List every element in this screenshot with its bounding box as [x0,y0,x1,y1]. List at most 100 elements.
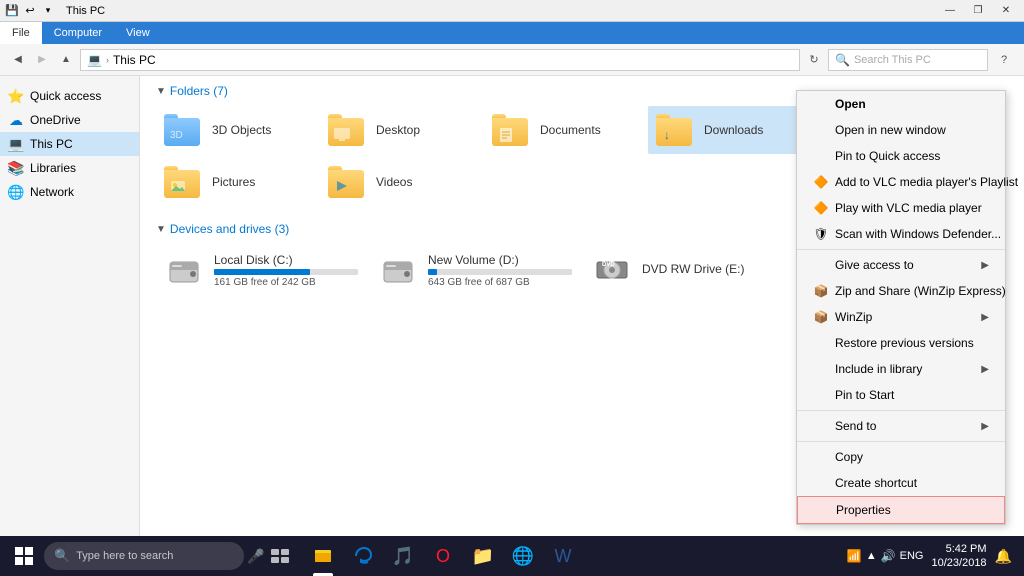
ctx-winzip[interactable]: 📦 WinZip ▶ [797,304,1005,330]
ctx-pin-quick-access[interactable]: Pin to Quick access [797,143,1005,169]
sidebar-item-quick-access[interactable]: ⭐ Quick access [0,84,139,108]
folder-name-3d-objects: 3D Objects [212,123,271,137]
help-button[interactable]: ? [992,49,1016,71]
language-label[interactable]: ENG [900,550,924,562]
ctx-give-access-label: Give access to [835,258,914,272]
speaker-icon[interactable]: 🔊 [881,549,896,563]
onedrive-icon: ☁ [8,112,24,128]
pin-icon [813,148,829,164]
folder-item-pictures[interactable]: Pictures [156,158,316,206]
close-button[interactable]: ✕ [992,0,1020,22]
taskbar-app-word[interactable]: W [544,536,582,576]
taskbar-app-chrome[interactable]: 🌐 [504,536,542,576]
title-bar-controls: — ❐ ✕ [936,0,1020,22]
ctx-copy[interactable]: Copy [797,444,1005,470]
ctx-vlc-play[interactable]: 🔶 Play with VLC media player [797,195,1005,221]
task-view-button[interactable] [264,536,296,576]
ctx-create-shortcut-label: Create shortcut [835,476,917,490]
ribbon-tabs: File Computer View [0,22,1024,44]
mic-icon[interactable]: 🎤 [248,548,264,564]
svg-text:DVD: DVD [602,262,615,268]
folder-item-downloads[interactable]: ↓ Downloads [648,106,808,154]
device-c-info: Local Disk (C:) 161 GB free of 242 GB [214,253,358,288]
ctx-defender[interactable]: 🛡 Scan with Windows Defender... [797,221,1005,247]
start-button[interactable] [4,536,44,576]
send-to-arrow: ▶ [981,421,989,432]
ctx-vlc-playlist-label: Add to VLC media player's Playlist [835,175,1018,189]
address-path[interactable]: 💻 › This PC [80,49,800,71]
forward-button[interactable]: ▶ [32,50,52,70]
taskbar-app-vlc[interactable]: 🎵 [384,536,422,576]
device-e-name: DVD RW Drive (E:) [642,262,786,276]
sidebar-item-this-pc[interactable]: 💻 This PC [0,132,139,156]
taskbar-apps: 🎵 O 📁 🌐 W [304,536,582,576]
sidebar-item-onedrive[interactable]: ☁ OneDrive [0,108,139,132]
folder-item-videos[interactable]: Videos [320,158,480,206]
sidebar-item-libraries[interactable]: 📚 Libraries [0,156,139,180]
ctx-properties[interactable]: Properties [797,496,1005,524]
device-item-d[interactable]: New Volume (D:) 643 GB free of 687 GB [370,244,580,296]
ctx-restore-versions[interactable]: Restore previous versions [797,330,1005,356]
tab-view[interactable]: View [114,22,162,44]
folder-icon-desktop [328,114,368,146]
include-library-icon [813,361,829,377]
ctx-winzip-express[interactable]: 📦 Zip and Share (WinZip Express) [797,278,1005,304]
tab-file[interactable]: File [0,22,42,44]
folder-icon-documents [492,114,532,146]
network-tray-icon[interactable]: 📶 [847,549,862,563]
send-to-icon [813,418,829,434]
ctx-properties-label: Properties [836,503,891,517]
back-button[interactable]: ◀ [8,50,28,70]
refresh-button[interactable]: ↻ [804,50,824,70]
title-bar-left: 💾 ↩ ▾ This PC [4,3,105,19]
pin-start-icon [813,387,829,403]
title-bar: 💾 ↩ ▾ This PC — ❐ ✕ [0,0,1024,22]
folder-name-videos: Videos [376,175,412,189]
taskbar-app-files[interactable]: 📁 [464,536,502,576]
sidebar-item-network[interactable]: 🌐 Network [0,180,139,204]
sidebar-item-network-label: Network [30,185,74,199]
ctx-create-shortcut[interactable]: Create shortcut [797,470,1005,496]
search-bar[interactable]: 🔍 Search This PC [828,49,988,71]
ctx-send-to[interactable]: Send to ▶ [797,413,1005,439]
folder-item-desktop[interactable]: Desktop [320,106,480,154]
notifications-icon[interactable]: 🔔 [995,548,1012,565]
folder-icon-videos [328,166,368,198]
undo-icon[interactable]: ↩ [22,3,38,19]
winzip-arrow: ▶ [981,312,989,323]
include-library-arrow: ▶ [981,364,989,375]
taskbar-app-edge[interactable] [344,536,382,576]
ctx-vlc-playlist[interactable]: 🔶 Add to VLC media player's Playlist [797,169,1005,195]
folder-icon-pictures [164,166,204,198]
tab-computer[interactable]: Computer [42,22,114,44]
restore-versions-icon [813,335,829,351]
ctx-give-access[interactable]: Give access to ▶ [797,252,1005,278]
chevron-down-icon[interactable]: ▾ [40,3,56,19]
taskbar-right: 📶 ▲ 🔊 ENG 5:42 PM 10/23/2018 🔔 [847,542,1020,571]
clock[interactable]: 5:42 PM 10/23/2018 [932,542,987,571]
ctx-open-label: Open [835,97,866,111]
ctx-open[interactable]: Open [797,91,1005,117]
devices-collapse-arrow[interactable]: ▼ [156,224,166,235]
folder-item-documents[interactable]: Documents [484,106,644,154]
taskbar-app-explorer[interactable] [304,536,342,576]
folders-header-label: Folders (7) [170,84,228,98]
restore-button[interactable]: ❐ [964,0,992,22]
ctx-include-library-label: Include in library [835,362,922,376]
chevron-up-icon[interactable]: ▲ [866,550,877,562]
defender-icon: 🛡 [813,226,829,242]
minimize-button[interactable]: — [936,0,964,22]
save-icon[interactable]: 💾 [4,3,20,19]
device-item-e[interactable]: DVD DVD RW Drive (E:) [584,244,794,296]
folder-icon-3d: 3D [164,114,204,146]
folders-collapse-arrow[interactable]: ▼ [156,86,166,97]
folder-item-3d-objects[interactable]: 3D 3D Objects [156,106,316,154]
hard-drive-d-icon [378,250,418,290]
taskbar-app-opera[interactable]: O [424,536,462,576]
ctx-pin-start[interactable]: Pin to Start [797,382,1005,408]
up-button[interactable]: ▲ [56,50,76,70]
device-item-c[interactable]: Local Disk (C:) 161 GB free of 242 GB [156,244,366,296]
ctx-open-new-window[interactable]: Open in new window [797,117,1005,143]
taskbar-search[interactable]: 🔍 Type here to search [44,542,244,570]
ctx-include-library[interactable]: Include in library ▶ [797,356,1005,382]
